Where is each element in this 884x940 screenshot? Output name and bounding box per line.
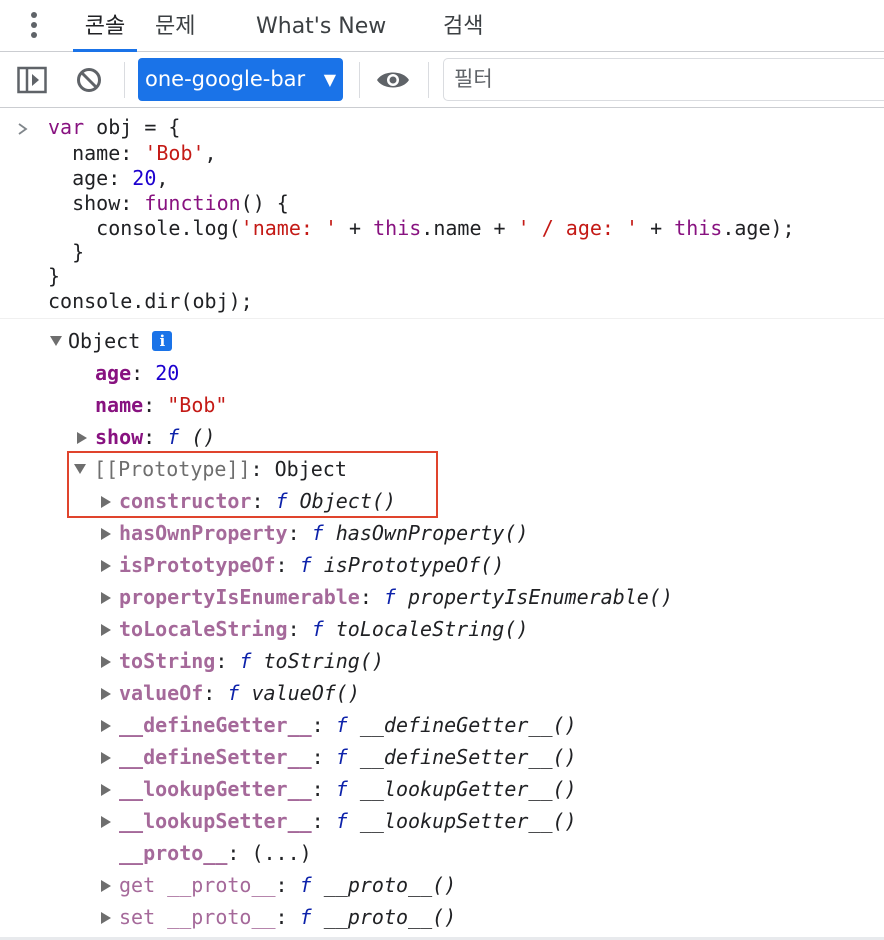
expand-toggle-icon[interactable] bbox=[101, 720, 111, 732]
expand-toggle-icon[interactable] bbox=[101, 880, 111, 892]
console-message-divider bbox=[0, 318, 884, 319]
expand-toggle-icon[interactable] bbox=[101, 656, 111, 668]
tab-console[interactable]: 콘솔 bbox=[73, 0, 137, 52]
code-line: console.log('name: ' + this.name + ' / a… bbox=[48, 216, 795, 240]
expand-toggle-icon[interactable] bbox=[101, 624, 111, 636]
method-row[interactable]: __lookupGetter__: f __lookupGetter__() bbox=[101, 775, 577, 803]
setter-row[interactable]: set __proto__: f __proto__() bbox=[101, 903, 456, 931]
prototype-highlight-box bbox=[67, 451, 438, 518]
method-row[interactable]: toString: f toString() bbox=[101, 647, 384, 675]
toolbar-divider bbox=[428, 62, 429, 98]
tab-search[interactable]: 검색 bbox=[443, 0, 483, 52]
code-line: name: 'Bob', bbox=[48, 141, 217, 165]
expand-toggle-icon[interactable] bbox=[101, 592, 111, 604]
live-expression-eye-icon[interactable] bbox=[375, 69, 411, 91]
expand-toggle-icon[interactable] bbox=[101, 912, 111, 924]
clear-console-icon[interactable] bbox=[76, 67, 102, 93]
getter-row[interactable]: get __proto__: f __proto__() bbox=[101, 871, 456, 899]
devtools-tab-bar: 콘솔 문제 What's New 검색 bbox=[0, 0, 884, 52]
toolbar-divider bbox=[124, 62, 125, 98]
method-row[interactable]: isPrototypeOf: f isPrototypeOf() bbox=[101, 551, 504, 579]
tab-issues[interactable]: 문제 bbox=[155, 0, 195, 52]
method-row[interactable]: __lookupSetter__: f __lookupSetter__() bbox=[101, 807, 577, 835]
info-icon[interactable]: i bbox=[152, 331, 173, 351]
toolbar-divider bbox=[359, 62, 360, 98]
method-row[interactable]: __defineSetter__: f __defineSetter__() bbox=[101, 743, 577, 771]
code-line: } bbox=[48, 264, 61, 288]
context-selector[interactable]: one-google-bar ▼ bbox=[138, 58, 343, 101]
code-line: console.dir(obj); bbox=[48, 289, 253, 313]
expand-toggle-icon[interactable] bbox=[101, 688, 111, 700]
dropdown-arrow-icon: ▼ bbox=[323, 70, 336, 89]
property-row: name: "Bob" bbox=[95, 393, 228, 417]
tab-whats-new[interactable]: What's New bbox=[256, 0, 386, 52]
expand-toggle-icon[interactable] bbox=[101, 784, 111, 796]
property-row: age: 20 bbox=[95, 361, 180, 385]
object-root[interactable]: Object i bbox=[50, 327, 173, 355]
more-tabs-icon[interactable] bbox=[24, 10, 44, 44]
context-selector-label: one-google-bar bbox=[145, 67, 306, 91]
sidebar-toggle-icon[interactable] bbox=[17, 66, 47, 94]
prompt-chevron-icon bbox=[18, 123, 28, 135]
console-toolbar: one-google-bar ▼ 필터 bbox=[0, 52, 884, 108]
property-row[interactable]: show: f () bbox=[77, 423, 215, 451]
expand-toggle-icon[interactable] bbox=[101, 528, 111, 540]
code-line: age: 20, bbox=[48, 166, 169, 190]
expand-toggle-icon[interactable] bbox=[101, 752, 111, 764]
code-line: show: function() { bbox=[48, 191, 289, 215]
proto-accessor-row[interactable]: __proto__: (...) bbox=[119, 839, 312, 867]
method-row[interactable]: __defineGetter__: f __defineGetter__() bbox=[101, 711, 577, 739]
expand-toggle-icon[interactable] bbox=[77, 432, 87, 444]
expand-toggle-icon[interactable] bbox=[101, 560, 111, 572]
method-row[interactable]: propertyIsEnumerable: f propertyIsEnumer… bbox=[101, 583, 673, 611]
expand-toggle-icon[interactable] bbox=[101, 816, 111, 828]
filter-input[interactable]: 필터 bbox=[443, 58, 884, 101]
code-line: var obj = { bbox=[48, 115, 181, 139]
method-row[interactable]: toLocaleString: f toLocaleString() bbox=[101, 615, 528, 643]
method-row[interactable]: valueOf: f valueOf() bbox=[101, 679, 360, 707]
method-row[interactable]: hasOwnProperty: f hasOwnProperty() bbox=[101, 519, 528, 547]
expand-toggle-icon[interactable] bbox=[50, 336, 62, 346]
